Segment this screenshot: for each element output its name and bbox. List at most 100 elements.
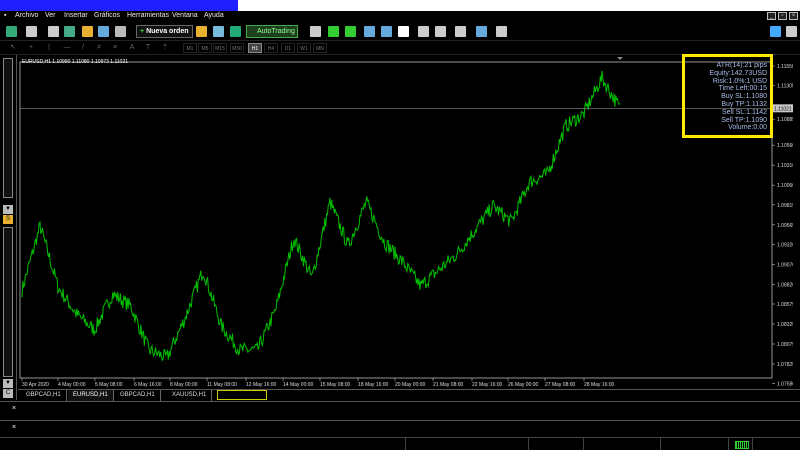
navigator-scrollbar[interactable] bbox=[3, 227, 13, 377]
x-tick-label: 5 May 08:00 bbox=[95, 382, 123, 388]
x-tick-label: 21 May 08:00 bbox=[433, 382, 464, 388]
zoom-in-icon[interactable] bbox=[364, 26, 375, 37]
menu-ver[interactable]: Ver bbox=[45, 12, 56, 19]
side-tab-s[interactable]: S bbox=[3, 215, 13, 224]
y-tick-label: 1.10885 bbox=[777, 117, 793, 123]
timeframe-m15[interactable]: M15 bbox=[213, 43, 227, 53]
y-tick-label: 1.09565 bbox=[777, 223, 793, 229]
market-watch-icon[interactable] bbox=[64, 26, 75, 37]
templates-icon[interactable] bbox=[496, 26, 507, 37]
restore-icon[interactable]: ▫ bbox=[778, 12, 787, 20]
line-chart-icon[interactable] bbox=[345, 26, 356, 37]
profiles-icon[interactable] bbox=[26, 26, 37, 37]
side-tab-c[interactable]: C bbox=[3, 389, 13, 398]
y-tick-label: 1.09815 bbox=[777, 203, 793, 209]
settings-icon[interactable] bbox=[786, 26, 797, 37]
autoscroll-icon[interactable] bbox=[435, 26, 446, 37]
menu-ayuda[interactable]: Ayuda bbox=[204, 12, 224, 19]
menu-insertar[interactable]: Insertar bbox=[64, 12, 88, 19]
menu-ventana[interactable]: Ventana bbox=[172, 12, 198, 19]
scroll-down-icon[interactable]: ▼ bbox=[3, 379, 13, 388]
metaeditor-icon[interactable] bbox=[196, 26, 207, 37]
x-tick-label: 4 May 00:00 bbox=[58, 382, 86, 388]
market-icon[interactable] bbox=[230, 26, 241, 37]
time-left-value: Time Left:00:15 bbox=[718, 85, 767, 93]
minimize-icon[interactable]: _ bbox=[767, 12, 776, 20]
x-tick-label: 8 May 00:00 bbox=[170, 382, 198, 388]
timeframe-m1[interactable]: M1 bbox=[183, 43, 197, 53]
new-order-button[interactable]: + Nueva orden bbox=[136, 25, 193, 38]
y-tick-label: 1.11305 bbox=[777, 84, 793, 90]
left-panel: ▼ S ▼ C bbox=[0, 55, 17, 400]
timeframe-h1[interactable]: H1 bbox=[248, 43, 262, 53]
close-icon[interactable]: × bbox=[12, 424, 16, 431]
menu-herramientas[interactable]: Herramientas bbox=[127, 12, 169, 19]
zoom-out-icon[interactable] bbox=[381, 26, 392, 37]
crosshair-tool-icon[interactable] bbox=[48, 26, 59, 37]
terminal-icon[interactable] bbox=[98, 26, 109, 37]
close-icon[interactable]: × bbox=[12, 405, 16, 412]
vertical-line-icon[interactable]: | bbox=[44, 43, 54, 53]
tab-gbpcad-h1-2[interactable]: GBPCAD,H1 bbox=[115, 390, 161, 401]
atr-value: ATR(14):21 pips bbox=[716, 62, 767, 69]
y-tick-label: 1.09320 bbox=[777, 242, 793, 248]
timeframe-d1[interactable]: D1 bbox=[281, 43, 295, 53]
x-tick-label: 6 May 16:00 bbox=[134, 382, 162, 388]
x-tick-label: 27 May 08:00 bbox=[545, 382, 576, 388]
indicators-icon[interactable] bbox=[455, 26, 466, 37]
tab-empty[interactable] bbox=[217, 390, 267, 400]
x-tick-label: 15 May 08:00 bbox=[320, 382, 351, 388]
close-icon[interactable]: × bbox=[789, 12, 798, 20]
search-icon[interactable] bbox=[770, 26, 781, 37]
new-chart-icon[interactable] bbox=[6, 26, 17, 37]
tester-icon[interactable] bbox=[115, 26, 126, 37]
scroll-down-icon[interactable]: ▼ bbox=[3, 205, 13, 214]
bar-chart-icon[interactable] bbox=[310, 26, 321, 37]
trendline-icon[interactable]: / bbox=[78, 43, 88, 53]
connection-status-icon[interactable] bbox=[735, 441, 749, 449]
periods-icon[interactable] bbox=[476, 26, 487, 37]
x-tick-label: 20 May 00:00 bbox=[395, 382, 426, 388]
candlestick-icon[interactable] bbox=[328, 26, 339, 37]
x-tick-label: 11 May 08:00 bbox=[207, 382, 237, 388]
horizontal-line-icon[interactable]: — bbox=[62, 43, 72, 53]
tile-windows-icon[interactable] bbox=[398, 26, 409, 37]
price-chart-svg: 1.11021 1.11550 1.11305 1.10885 1.10560 1.103… bbox=[19, 57, 793, 388]
cursor-icon[interactable]: ↖ bbox=[8, 43, 18, 53]
menu-icon[interactable]: ▪ bbox=[4, 12, 6, 19]
timeframe-m5[interactable]: M5 bbox=[198, 43, 212, 53]
y-tick-label: 1.07580 bbox=[777, 382, 793, 388]
equity-value: Equity:142.73USD bbox=[709, 69, 767, 77]
menu-archivo[interactable]: Archivo bbox=[15, 12, 38, 19]
y-tick-label: 1.11550 bbox=[777, 64, 793, 70]
timeframe-w1[interactable]: W1 bbox=[297, 43, 311, 53]
timeframe-mn[interactable]: MN bbox=[313, 43, 327, 53]
navigator-icon[interactable] bbox=[82, 26, 93, 37]
label-icon[interactable]: T bbox=[143, 43, 153, 53]
tab-xauusd-h1[interactable]: XAUUSD,H1 bbox=[167, 390, 213, 401]
fibonacci-icon[interactable]: ≡ bbox=[110, 43, 120, 53]
y-tick-label: 1.10310 bbox=[777, 163, 793, 169]
chart-shift-icon[interactable] bbox=[418, 26, 429, 37]
shift-marker bbox=[617, 57, 623, 60]
y-tick-label: 1.10060 bbox=[777, 183, 793, 189]
market-watch-scrollbar[interactable] bbox=[3, 58, 13, 198]
tab-eurusd-h1[interactable]: EURUSD,H1 bbox=[68, 390, 114, 401]
crosshair-icon[interactable]: + bbox=[26, 43, 36, 53]
timeframe-h4[interactable]: H4 bbox=[264, 43, 278, 53]
y-tick-label: 1.08325 bbox=[777, 322, 793, 328]
signals-icon[interactable] bbox=[213, 26, 224, 37]
menu-graficos[interactable]: Gráficos bbox=[94, 12, 120, 19]
tab-gbpcad-h1[interactable]: GBPCAD,H1 bbox=[21, 390, 67, 401]
chart-symbol-header: EURUSD,H1 1.10990 1.11080 1.10973 1.1102… bbox=[22, 59, 129, 65]
price-chart[interactable]: 1.11021 1.11550 1.11305 1.10885 1.10560 1.103… bbox=[18, 56, 793, 389]
text-icon[interactable]: A bbox=[127, 43, 137, 53]
timeframe-m30[interactable]: M30 bbox=[230, 43, 244, 53]
plus-icon: + bbox=[140, 28, 145, 35]
arrow-shapes-icon[interactable]: ⇡ bbox=[160, 43, 170, 53]
auto-trading-button[interactable]: AutoTrading bbox=[246, 25, 298, 38]
buy-sl-value: Buy SL:1.1080 bbox=[721, 93, 767, 101]
sell-tp-value: Sell TP:1.1090 bbox=[721, 116, 767, 124]
chart-tabs: GBPCAD,H1 EURUSD,H1 GBPCAD,H1 XAUUSD,H1 bbox=[18, 389, 800, 401]
channel-icon[interactable]: ≠ bbox=[94, 43, 104, 53]
